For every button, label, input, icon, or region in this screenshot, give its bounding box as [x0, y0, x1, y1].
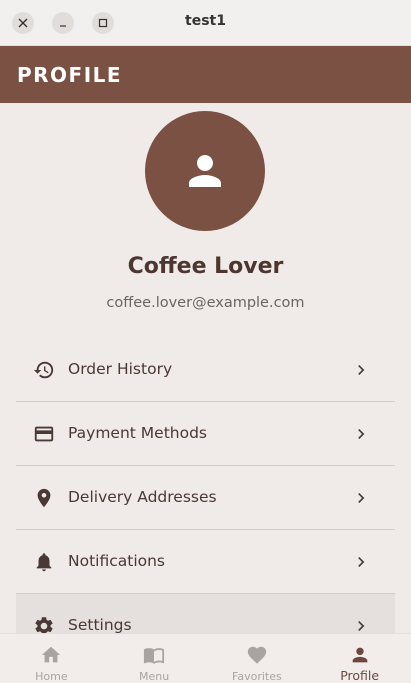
avatar: [145, 111, 265, 231]
home-icon: [39, 644, 63, 666]
heart-icon: [245, 644, 269, 666]
window-titlebar: test1: [0, 0, 411, 46]
person-icon: [348, 644, 372, 666]
book-icon: [142, 644, 166, 666]
menu-item-label: Payment Methods: [68, 424, 207, 442]
nav-label: Menu: [139, 670, 170, 683]
nav-label: Profile: [340, 668, 380, 683]
nav-item-home[interactable]: Home: [0, 634, 103, 683]
bottom-navigation: Home Menu Favorites Profile: [0, 633, 411, 683]
menu-item-label: Delivery Addresses: [68, 488, 217, 506]
nav-label: Favorites: [232, 670, 282, 683]
menu-item-delivery-addresses[interactable]: Delivery Addresses: [16, 466, 395, 530]
credit-card-icon: [32, 422, 56, 446]
menu-item-payment-methods[interactable]: Payment Methods: [16, 402, 395, 466]
page-title: PROFILE: [17, 63, 123, 87]
menu-item-label: Notifications: [68, 552, 166, 570]
chevron-right-icon: [351, 488, 371, 508]
chevron-right-icon: [351, 424, 371, 444]
window-title: test1: [185, 13, 226, 29]
menu-item-notifications[interactable]: Notifications: [16, 530, 395, 594]
nav-item-favorites[interactable]: Favorites: [206, 634, 309, 683]
menu-item-label: Order History: [68, 360, 173, 378]
chevron-right-icon: [351, 360, 371, 380]
nav-label: Home: [35, 670, 68, 683]
person-icon: [189, 155, 221, 187]
nav-item-profile[interactable]: Profile: [308, 634, 411, 683]
history-icon: [32, 358, 56, 382]
menu-item-order-history[interactable]: Order History: [16, 338, 395, 402]
profile-email: coffee.lover@example.com: [106, 295, 305, 311]
nav-item-menu[interactable]: Menu: [103, 634, 206, 683]
location-pin-icon: [32, 486, 56, 510]
bell-icon: [32, 550, 56, 574]
chevron-right-icon: [351, 552, 371, 572]
app-bar: PROFILE: [0, 46, 411, 103]
profile-menu: Order History Payment Methods Delivery A…: [16, 338, 395, 658]
menu-item-label: Settings: [68, 616, 132, 634]
profile-name: Coffee Lover: [127, 254, 284, 279]
